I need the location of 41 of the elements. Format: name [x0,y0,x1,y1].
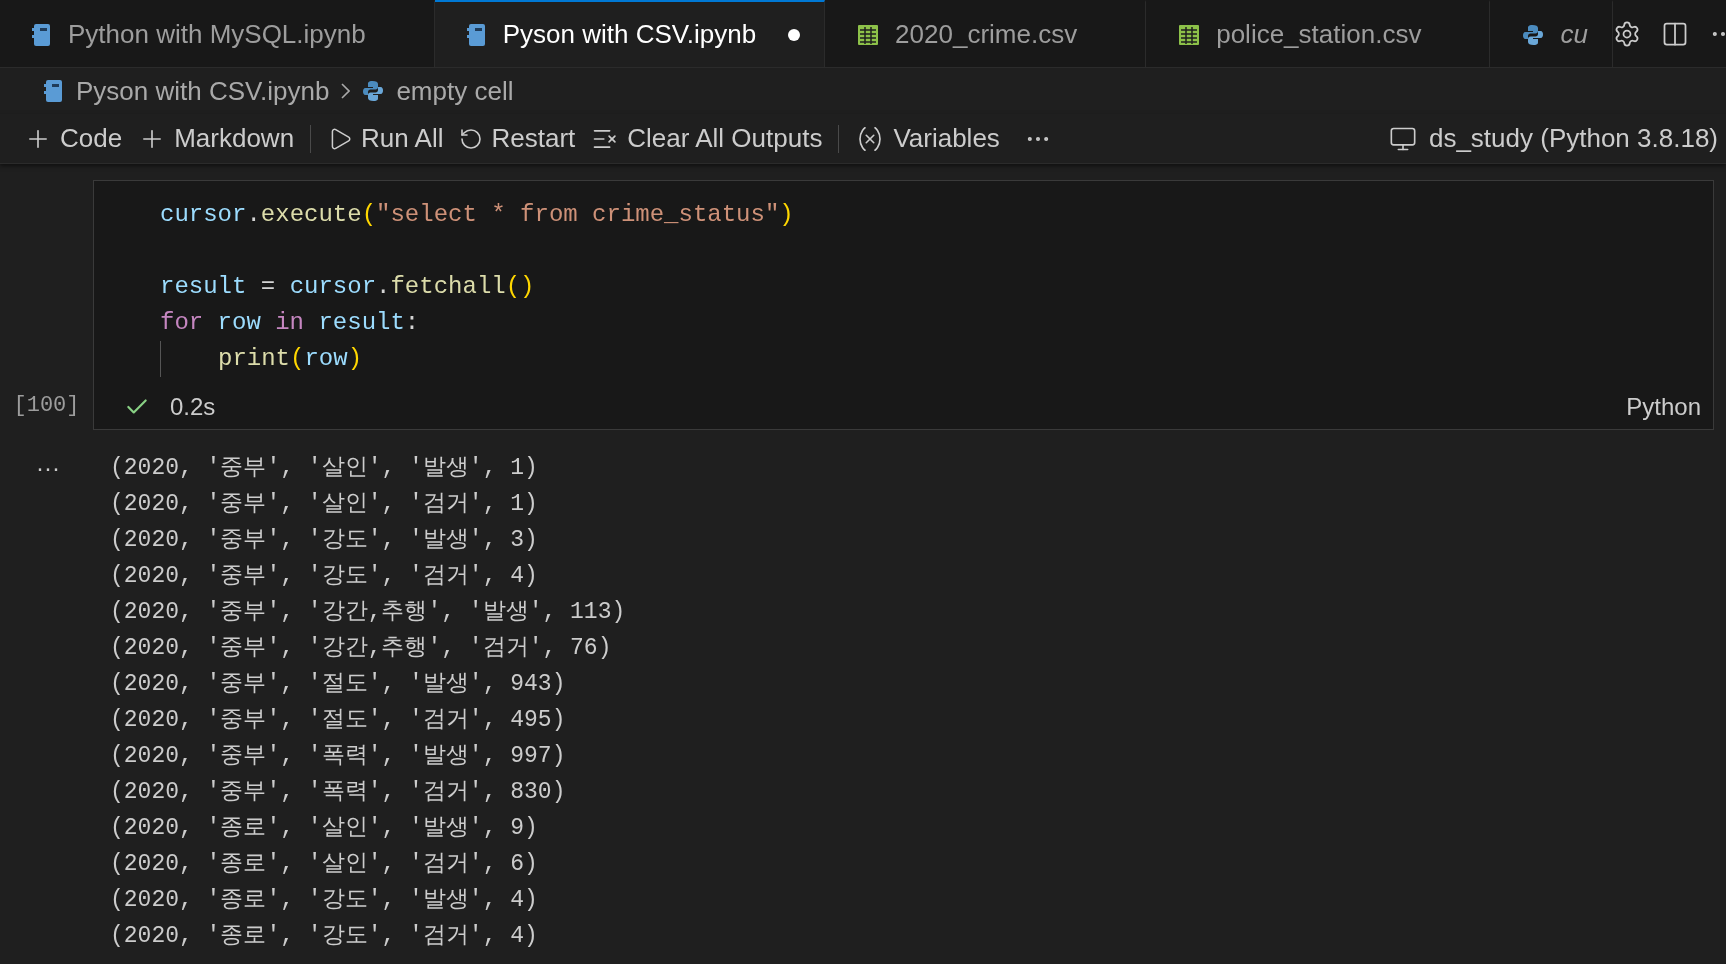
toolbar-button[interactable]: Code [16,118,131,159]
output-line: (2020, '중부', '살인', '검거', 1) [110,490,539,519]
toolbar-button[interactable]: Clear All Outputs [583,118,831,159]
editor-tab[interactable]: Pyson with CSV.ipynb [434,0,826,67]
notebook-icon [32,22,52,47]
breadcrumb-item[interactable]: Pyson with CSV.ipynb [76,71,330,111]
python-icon [362,80,385,102]
output-line: (2020, '중부', '강도', '검거', 4) [110,562,539,591]
output-line: (2020, '중부', '강간,추행', '검거', 76) [110,634,613,663]
output-line: (2020, '중부', '살인', '발생', 1) [110,454,539,483]
chevron-right-icon [341,83,351,99]
code-line: print(row) [218,344,363,374]
toolbar-button[interactable]: Restart [451,118,584,159]
output-line: (2020, '중부', '강도', '발생', 3) [110,526,539,555]
python-icon [1522,23,1545,46]
execution-count: [100] [13,392,80,420]
kernel-picker[interactable]: ds_study (Python 3.8.18) [1388,119,1718,158]
restart-icon [459,126,484,151]
toolbar-button[interactable]: Run All [319,118,452,159]
output-line: (2020, '종로', '살인', '발생', 9) [110,814,539,843]
code-line: cursor.execute("select * from crime_status") [160,200,794,230]
code-line: for row in result: [160,308,420,338]
table-icon [1178,23,1201,46]
toolbar-button[interactable]: Variables [847,118,1008,159]
output-line: (2020, '중부', '절도', '검거', 495) [110,706,567,735]
breadcrumb-item[interactable]: empty cell [396,71,514,111]
toolbar-button[interactable]: Markdown [130,118,303,159]
notebook-icon [44,79,64,103]
output-line: (2020, '중부', '폭력', '검거', 830) [110,778,567,807]
output-line: (2020, '중부', '강간,추행', '발생', 113) [110,598,626,627]
notebook-icon [466,22,487,47]
table-icon [857,23,880,46]
output-line: (2020, '중부', '절도', '발생', 943) [110,670,567,699]
output-line: (2020, '종로', '강도', '검거', 4) [110,922,539,951]
execution-time: 0.2s [170,392,216,422]
code-line: result = cursor.fetchall() [160,272,535,302]
output-marker[interactable]: ··· [36,454,60,481]
cell-language[interactable]: Python [1626,389,1701,425]
output-line: (2020, '중부', '폭력', '발생', 997) [110,742,567,771]
output-line: (2020, '종로', '살인', '검거', 6) [110,850,539,879]
output-line: (2020, '종로', '강도', '발생', 4) [110,886,539,915]
